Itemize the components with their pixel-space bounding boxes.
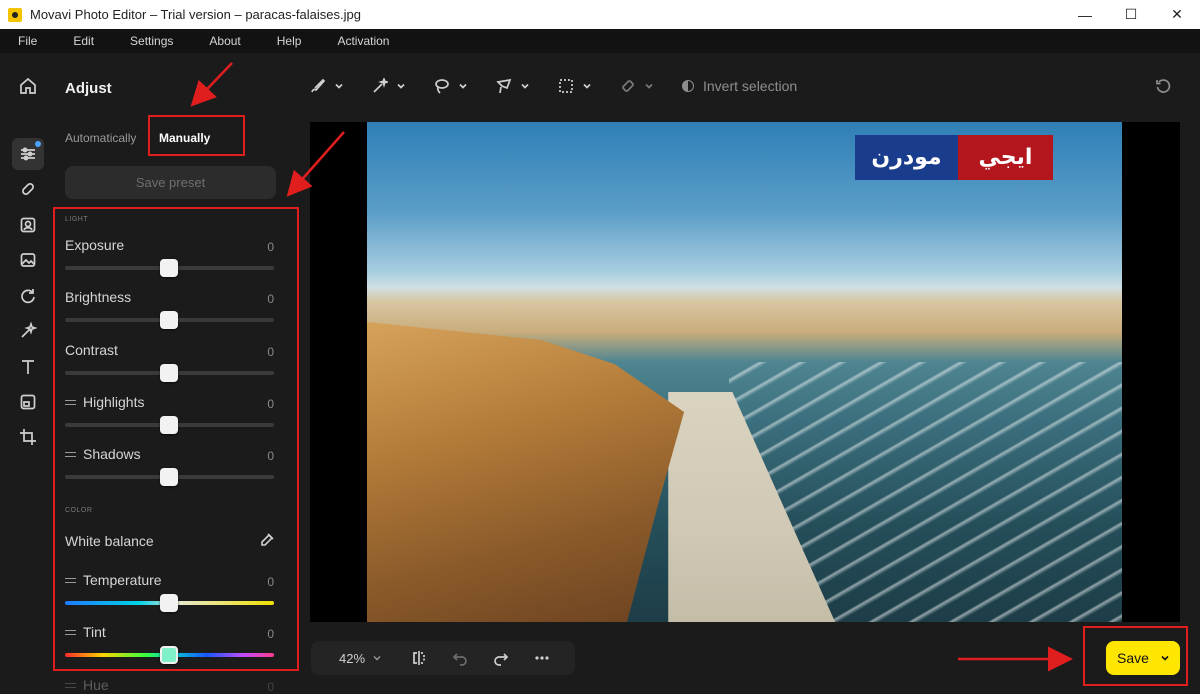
frame-icon (20, 394, 36, 410)
redo-icon (494, 653, 509, 666)
tab-automatically[interactable]: Automatically (65, 131, 136, 145)
more-button[interactable] (534, 650, 550, 666)
compare-button[interactable] (411, 650, 427, 666)
eraser-icon (622, 80, 634, 92)
active-dot (35, 141, 41, 147)
undo-icon (452, 653, 467, 666)
image-icon (20, 253, 36, 267)
more-icon (535, 656, 549, 660)
sub-adjust-icon (65, 681, 76, 690)
logo-red-part: ايجي (958, 135, 1053, 180)
magic-brush-icon (373, 78, 388, 93)
chevron-down-icon (645, 83, 653, 89)
marquee-tool[interactable] (558, 78, 591, 94)
zoom-dropdown[interactable]: 42% (339, 651, 365, 666)
invert-selection-button[interactable]: Invert selection (682, 78, 797, 94)
chevron-down-icon (459, 83, 467, 89)
hue-label: Hue (65, 677, 109, 693)
crop-tool-button[interactable] (12, 421, 44, 453)
home-icon (20, 77, 36, 94)
app-logo-icon (8, 7, 22, 22)
retouch-tool-button[interactable] (12, 173, 44, 205)
chevron-down-icon (335, 83, 343, 89)
rect-select-icon (559, 79, 573, 93)
chevron-down-icon (521, 83, 529, 89)
menu-edit[interactable]: Edit (73, 34, 94, 48)
magic-brush-tool[interactable] (372, 78, 405, 94)
portrait-icon (20, 217, 36, 233)
image-tool-button[interactable] (12, 244, 44, 276)
hue-value: 0 (267, 680, 274, 694)
undo-button[interactable] (452, 650, 468, 666)
window-controls: — ☐ ✕ (1062, 0, 1200, 29)
selection-toolbar: Invert selection (310, 70, 797, 102)
menu-help[interactable]: Help (277, 34, 302, 48)
photo-cliff (367, 322, 685, 622)
crop-icon (20, 429, 36, 445)
title-bar: Movavi Photo Editor – Trial version – pa… (0, 0, 1200, 29)
text-icon (22, 360, 34, 374)
brush-icon (311, 78, 326, 93)
maximize-button[interactable]: ☐ (1108, 0, 1154, 29)
watermark-logo: مودرن ايجي (855, 135, 1053, 180)
frames-tool-button[interactable] (12, 386, 44, 418)
effects-tool-button[interactable] (12, 315, 44, 347)
compare-icon (413, 651, 425, 665)
menu-settings[interactable]: Settings (130, 34, 173, 48)
polygon-lasso-tool[interactable] (496, 78, 529, 94)
eraser-tool[interactable] (620, 78, 653, 94)
reset-button[interactable] (1155, 78, 1171, 94)
save-preset-button[interactable]: Save preset (65, 166, 276, 199)
bandage-icon (22, 183, 34, 195)
adjust-tool-button[interactable] (12, 138, 44, 170)
window-title: Movavi Photo Editor – Trial version – pa… (30, 7, 361, 22)
replace-tool-button[interactable] (12, 280, 44, 312)
menu-file[interactable]: File (18, 34, 37, 48)
redo-button[interactable] (493, 650, 509, 666)
chevron-down-icon (397, 83, 405, 89)
annotation-box-save (1083, 626, 1188, 686)
reset-icon (1156, 79, 1171, 93)
refresh-icon (21, 289, 35, 304)
lasso-icon (435, 79, 449, 94)
menu-about[interactable]: About (209, 34, 240, 48)
annotation-box-manually (148, 115, 245, 156)
sliders-icon (21, 147, 35, 161)
chevron-down-icon[interactable] (373, 654, 381, 662)
home-button[interactable] (12, 70, 44, 102)
close-button[interactable]: ✕ (1154, 0, 1200, 29)
photo-coastline (367, 122, 1122, 622)
lasso-tool[interactable] (434, 78, 467, 94)
annotation-box-sliders (53, 207, 299, 671)
panel-title: Adjust (65, 80, 112, 97)
magic-wand-icon (21, 322, 37, 338)
invert-icon (682, 80, 694, 92)
image-canvas[interactable]: مودرن ايجي (310, 122, 1180, 622)
bottom-toolbar: 42% (311, 641, 575, 675)
text-tool-button[interactable] (12, 351, 44, 383)
tool-rail (0, 53, 56, 694)
menu-activation[interactable]: Activation (337, 34, 389, 48)
brush-tool[interactable] (310, 78, 343, 94)
logo-blue-part: مودرن (855, 135, 958, 180)
polygon-lasso-icon (496, 78, 512, 94)
chevron-down-icon (583, 83, 591, 89)
menu-bar: File Edit Settings About Help Activation (0, 29, 1200, 53)
minimize-button[interactable]: — (1062, 0, 1108, 29)
portrait-tool-button[interactable] (12, 209, 44, 241)
